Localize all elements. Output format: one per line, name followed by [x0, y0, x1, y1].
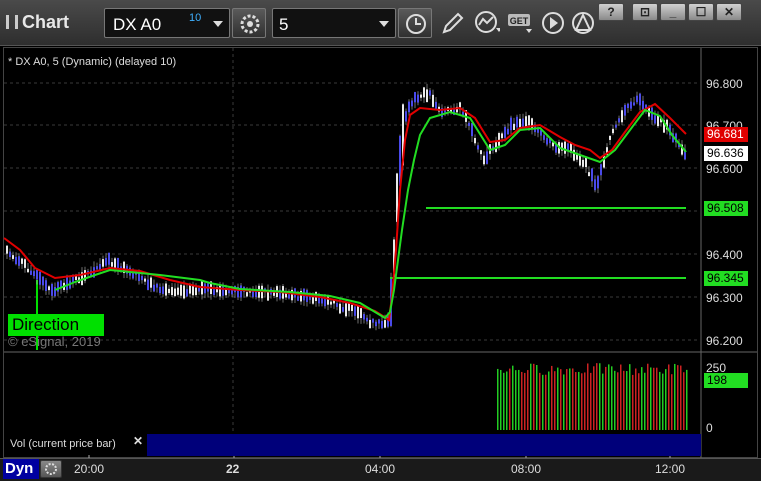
copyright-text: © eSignal, 2019 [8, 334, 101, 349]
volume-tag: 198 [704, 373, 748, 388]
volume-bar [653, 367, 655, 430]
volume-bar [539, 372, 541, 430]
volume-bar [524, 372, 526, 430]
volume-bar [680, 365, 682, 430]
volume-bar [509, 368, 511, 430]
volume-bar [629, 364, 631, 430]
volume-bar [593, 366, 595, 430]
settings-small-button[interactable] [40, 460, 62, 478]
volume-bar [656, 367, 658, 430]
volume-bar [569, 368, 571, 430]
volume-bar [515, 370, 517, 430]
volume-bar [560, 369, 562, 430]
volume-bar [599, 363, 601, 430]
volume-bar [578, 371, 580, 430]
volume-bar [626, 371, 628, 430]
volume-bar [608, 364, 610, 430]
red-average-tag: 96.681 [704, 127, 748, 142]
volume-label: Vol (current price bar) [6, 434, 146, 454]
price-axis-label: 96.800 [706, 77, 743, 91]
volume-bar [527, 370, 529, 430]
volume-bar [659, 371, 661, 430]
time-label: 04:00 [365, 462, 396, 476]
volume-bar [644, 372, 646, 430]
volume-bar [512, 365, 514, 430]
volume-bar [500, 369, 502, 430]
volume-bar [563, 374, 565, 430]
volume-bar [641, 367, 643, 430]
volume-bar [497, 368, 499, 430]
volume-bar [545, 374, 547, 430]
volume-bar [677, 365, 679, 430]
volume-bar [566, 369, 568, 430]
volume-bar [521, 371, 523, 430]
volume-bar [536, 365, 538, 430]
volume-bar [551, 365, 553, 430]
volume-bar [647, 363, 649, 430]
green-upper-tag: 96.508 [704, 201, 748, 216]
dynamic-button[interactable]: Dyn [3, 459, 39, 479]
volume-bar [581, 373, 583, 430]
volume-bar [623, 370, 625, 430]
green-average-line [54, 108, 687, 320]
volume-bar [617, 372, 619, 430]
volume-bar [605, 366, 607, 430]
volume-bar [533, 363, 535, 430]
grid [4, 48, 700, 432]
time-label: 12:00 [655, 462, 686, 476]
volume-bar [554, 371, 556, 430]
volume-bar [632, 374, 634, 430]
time-label: 08:00 [511, 462, 542, 476]
time-label: 20:00 [74, 462, 105, 476]
volume-bar [596, 363, 598, 430]
price-axis-label: 96.200 [706, 334, 743, 348]
price-axis-label: 96.400 [706, 248, 743, 262]
direction-label: Direction [8, 314, 104, 336]
red-average-line [3, 102, 687, 322]
volume-bar [557, 367, 559, 430]
volume-bar [602, 373, 604, 430]
volume-bar [575, 372, 577, 430]
green-lower-tag: 96.345 [704, 271, 748, 286]
series-label: * DX A0, 5 (Dynamic) (delayed 10) [8, 56, 177, 68]
close-icon[interactable]: ✕ [133, 434, 143, 448]
price-chart[interactable] [0, 0, 761, 481]
volume-axis-label: 0 [706, 421, 713, 435]
gear-icon [45, 463, 57, 475]
volume-bar [518, 369, 520, 430]
last-price-tag: 96.636 [704, 146, 748, 161]
volume-bar [671, 374, 673, 430]
volume-bar [686, 369, 688, 430]
volume-bar [503, 372, 505, 430]
volume-bar [572, 368, 574, 430]
volume-bar [530, 363, 532, 430]
volume-bar [542, 374, 544, 430]
volume-bar [650, 367, 652, 430]
price-axis-label: 96.600 [706, 162, 743, 176]
volume-bar [674, 363, 676, 430]
volume-bar [683, 372, 685, 430]
volume-bar [638, 373, 640, 430]
volume-bar [662, 373, 664, 430]
volume-bar [584, 372, 586, 430]
volume-strip [147, 434, 701, 456]
volume-bar [665, 369, 667, 430]
volume-bar [548, 371, 550, 430]
price-axis-label: 96.300 [706, 291, 743, 305]
volume-bar [590, 372, 592, 430]
volume-bar [620, 364, 622, 430]
volume-bar [506, 371, 508, 430]
volume-bar [614, 370, 616, 430]
volume-bar [611, 366, 613, 430]
time-label: 22 [226, 462, 240, 476]
volume-bar [668, 364, 670, 430]
volume-bars [497, 363, 688, 430]
volume-bar [587, 363, 589, 430]
volume-bar [635, 368, 637, 430]
